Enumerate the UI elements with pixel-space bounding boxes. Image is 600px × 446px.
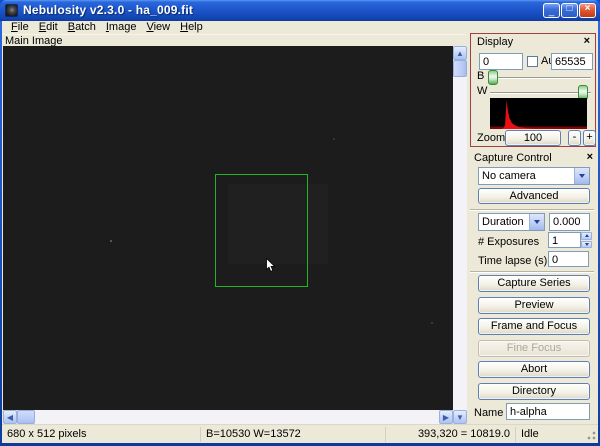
stepper-down-button[interactable] — [581, 240, 592, 248]
capture-control-panel: Capture Control × No camera Advanced Dur… — [468, 150, 598, 424]
menu-batch[interactable]: Batch — [63, 21, 101, 34]
menu-edit[interactable]: Edit — [34, 21, 63, 34]
name-input[interactable]: h-alpha — [506, 403, 590, 420]
faint-star — [110, 240, 112, 242]
menu-image[interactable]: Image — [101, 21, 142, 34]
mouse-cursor — [266, 258, 276, 272]
maximize-button[interactable]: □ — [561, 3, 578, 18]
black-slider-track[interactable] — [490, 77, 591, 79]
white-slider-track[interactable] — [490, 92, 591, 94]
title-bar[interactable]: Nebulosity v2.3.0 - ha_009.fit _ □ × — [0, 0, 600, 21]
directory-button[interactable]: Directory — [478, 383, 590, 400]
right-panel: Display × 0 Auto 65535 B W Z — [468, 33, 598, 424]
white-slider-label: W — [477, 85, 488, 97]
display-panel-close-icon[interactable]: × — [584, 35, 590, 47]
arrow-right-icon: ▶ — [442, 412, 450, 422]
scroll-left-button[interactable]: ◀ — [3, 410, 17, 424]
section-divider — [470, 271, 594, 273]
black-slider-label: B — [477, 70, 485, 82]
arrow-down-icon: ▼ — [456, 412, 464, 422]
image-viewport[interactable] — [3, 46, 453, 410]
arrow-up-icon: ▲ — [456, 48, 464, 58]
chevron-down-icon — [534, 220, 540, 224]
black-slider-thumb[interactable] — [488, 70, 498, 85]
duration-select[interactable]: Duration — [478, 213, 545, 231]
intensity-histogram — [490, 98, 587, 129]
resize-grip-icon[interactable] — [584, 428, 596, 440]
exposures-label: # Exposures — [478, 236, 540, 248]
zoom-level-button[interactable]: 100 — [505, 130, 561, 146]
vertical-scrollbar[interactable]: ▲ ▼ — [453, 46, 467, 424]
chevron-down-icon — [579, 174, 585, 178]
duration-select-value: Duration — [482, 216, 524, 228]
zoom-out-button[interactable]: - — [568, 130, 581, 146]
minimize-button[interactable]: _ — [543, 3, 560, 18]
window-title: Nebulosity v2.3.0 - ha_009.fit — [23, 3, 194, 17]
close-icon: × — [584, 3, 591, 14]
camera-select-value: No camera — [482, 170, 536, 182]
app-window: Nebulosity v2.3.0 - ha_009.fit _ □ × Fil… — [0, 0, 600, 446]
status-state: Idle — [515, 426, 575, 442]
frame-and-focus-button[interactable]: Frame and Focus — [478, 318, 590, 335]
zoom-in-button[interactable]: + — [583, 130, 596, 146]
white-level-input[interactable]: 65535 — [551, 53, 593, 70]
vertical-scroll-thumb[interactable] — [453, 60, 467, 77]
fine-focus-button: Fine Focus — [478, 340, 590, 357]
duration-select-dropdown[interactable] — [529, 214, 544, 230]
exposures-input[interactable]: 1 — [548, 232, 581, 248]
timelapse-label: Time lapse (s) — [478, 255, 548, 267]
name-label: Name — [474, 407, 504, 419]
capture-panel-title: Capture Control — [474, 152, 552, 164]
frame-selection-rectangle — [215, 174, 308, 287]
abort-button[interactable]: Abort — [478, 361, 590, 378]
capture-series-button[interactable]: Capture Series — [478, 275, 590, 292]
status-bw-levels: B=10530 W=13572 — [200, 426, 385, 442]
timelapse-input[interactable]: 0 — [548, 251, 589, 267]
display-panel: Display × 0 Auto 65535 B W Z — [470, 33, 596, 147]
auto-stretch-checkbox[interactable] — [527, 56, 538, 67]
section-divider — [470, 209, 594, 211]
main-image-caption: Main Image — [2, 34, 466, 47]
horizontal-scroll-thumb[interactable] — [17, 410, 35, 424]
arrow-up-icon — [584, 234, 589, 238]
black-level-input[interactable]: 0 — [479, 53, 523, 70]
duration-input[interactable]: 0.000 — [549, 213, 590, 231]
exposures-stepper[interactable] — [581, 232, 592, 248]
menu-help[interactable]: Help — [175, 21, 208, 34]
preview-button[interactable]: Preview — [478, 297, 590, 314]
menu-file[interactable]: File — [6, 21, 34, 34]
menu-view[interactable]: View — [141, 21, 175, 34]
window-border — [0, 21, 2, 446]
window-body: File Edit Batch Image View Help Main Ima… — [2, 21, 598, 443]
capture-panel-close-icon[interactable]: × — [587, 151, 593, 163]
faint-star — [431, 322, 433, 324]
maximize-icon: □ — [566, 3, 573, 14]
camera-select-dropdown[interactable] — [574, 168, 589, 184]
display-panel-title: Display — [477, 36, 514, 48]
advanced-button[interactable]: Advanced — [478, 188, 590, 204]
arrow-left-icon: ◀ — [6, 412, 14, 422]
zoom-label: Zoom — [477, 132, 506, 144]
scroll-up-button[interactable]: ▲ — [453, 46, 467, 60]
close-button[interactable]: × — [579, 3, 596, 18]
scroll-down-button[interactable]: ▼ — [453, 410, 467, 424]
app-icon — [5, 4, 18, 17]
status-pixel-readout: 393,320 = 10819.0 — [385, 426, 515, 442]
arrow-down-icon — [584, 242, 589, 246]
minimize-icon: _ — [548, 6, 555, 17]
faint-star — [333, 138, 335, 140]
horizontal-scrollbar[interactable]: ◀ ▶ — [3, 410, 453, 424]
camera-select[interactable]: No camera — [478, 167, 590, 185]
status-image-dimensions: 680 x 512 pixels — [7, 427, 87, 440]
status-bar: 680 x 512 pixels B=10530 W=13572 393,320… — [2, 424, 598, 443]
stepper-up-button[interactable] — [581, 232, 592, 240]
scroll-right-button[interactable]: ▶ — [439, 410, 453, 424]
